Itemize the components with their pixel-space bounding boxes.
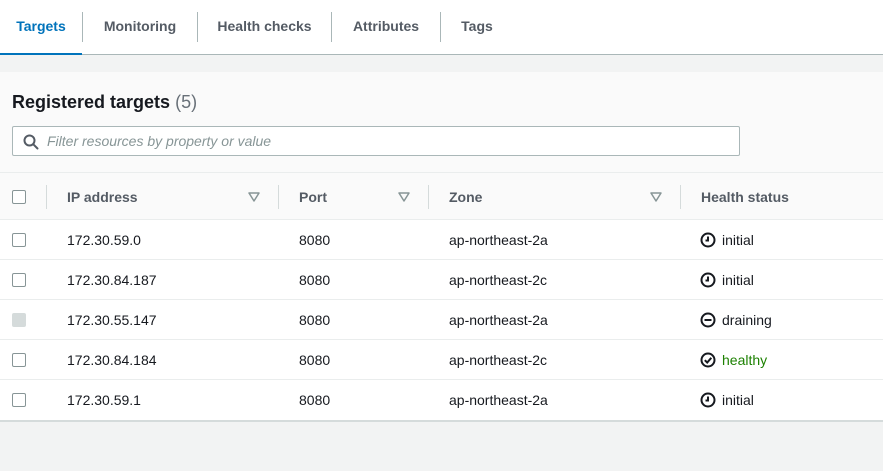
health-status-text: initial bbox=[722, 272, 754, 288]
sort-caret-icon[interactable] bbox=[248, 192, 260, 202]
zone-cell: ap-northeast-2a bbox=[449, 392, 548, 408]
registered-targets-panel: Registered targets (5) IP address Port Z… bbox=[0, 72, 883, 422]
port-cell: 8080 bbox=[299, 352, 331, 368]
table-body: 172.30.59.0 8080 ap-northeast-2a initial… bbox=[0, 220, 883, 420]
health-status-text: initial bbox=[722, 232, 754, 248]
tab-tags[interactable]: Tags bbox=[441, 0, 513, 54]
ip-address-cell: 172.30.59.0 bbox=[67, 232, 141, 248]
panel-title: Registered targets (5) bbox=[12, 92, 197, 113]
column-divider bbox=[46, 185, 47, 209]
clock-icon bbox=[700, 392, 716, 408]
search-input[interactable] bbox=[47, 127, 727, 155]
row-checkbox[interactable] bbox=[12, 393, 26, 407]
health-status-cell: initial bbox=[700, 220, 754, 260]
zone-cell: ap-northeast-2a bbox=[449, 312, 548, 328]
row-checkbox[interactable] bbox=[12, 353, 26, 367]
table-row[interactable]: 172.30.84.184 8080 ap-northeast-2c healt… bbox=[0, 340, 883, 380]
column-divider bbox=[428, 185, 429, 209]
row-checkbox[interactable] bbox=[12, 273, 26, 287]
ip-address-cell: 172.30.59.1 bbox=[67, 392, 141, 408]
table-row[interactable]: 172.30.84.187 8080 ap-northeast-2c initi… bbox=[0, 260, 883, 300]
health-status-text: healthy bbox=[722, 352, 768, 368]
column-divider bbox=[278, 185, 279, 209]
zone-cell: ap-northeast-2a bbox=[449, 232, 548, 248]
column-header-zone[interactable]: Zone bbox=[449, 173, 482, 221]
row-checkbox-disabled bbox=[12, 313, 26, 327]
health-status-text: initial bbox=[722, 392, 754, 408]
zone-cell: ap-northeast-2c bbox=[449, 272, 548, 288]
tab-bar: Targets Monitoring Health checks Attribu… bbox=[0, 0, 883, 55]
ip-address-cell: 172.30.84.184 bbox=[67, 352, 157, 368]
sort-caret-icon[interactable] bbox=[650, 192, 662, 202]
port-cell: 8080 bbox=[299, 272, 331, 288]
check-circle-icon bbox=[700, 352, 716, 368]
port-cell: 8080 bbox=[299, 312, 331, 328]
column-header-health-status[interactable]: Health status bbox=[701, 173, 789, 221]
panel-title-text: Registered targets bbox=[12, 92, 171, 112]
column-header-ip-address[interactable]: IP address bbox=[67, 173, 138, 221]
ip-address-cell: 172.30.84.187 bbox=[67, 272, 157, 288]
health-status-cell: draining bbox=[700, 300, 772, 340]
target-count: (5) bbox=[175, 92, 198, 112]
table-row[interactable]: 172.30.59.1 8080 ap-northeast-2a initial bbox=[0, 380, 883, 420]
tab-attributes[interactable]: Attributes bbox=[332, 0, 440, 54]
panel-header: Registered targets (5) bbox=[0, 72, 883, 172]
ip-address-cell: 172.30.55.147 bbox=[67, 312, 157, 328]
clock-icon bbox=[700, 232, 716, 248]
column-divider bbox=[680, 185, 681, 209]
health-status-cell: initial bbox=[700, 380, 754, 420]
column-header-port[interactable]: Port bbox=[299, 173, 327, 221]
minus-circle-icon bbox=[700, 312, 716, 328]
table-header: IP address Port Zone Health status bbox=[0, 172, 883, 220]
row-checkbox[interactable] bbox=[12, 233, 26, 247]
health-status-text: draining bbox=[722, 312, 772, 328]
port-cell: 8080 bbox=[299, 392, 331, 408]
clock-icon bbox=[700, 272, 716, 288]
table-row[interactable]: 172.30.59.0 8080 ap-northeast-2a initial bbox=[0, 220, 883, 260]
tab-targets[interactable]: Targets bbox=[0, 0, 82, 55]
sort-caret-icon[interactable] bbox=[398, 192, 410, 202]
port-cell: 8080 bbox=[299, 232, 331, 248]
select-all-checkbox[interactable] bbox=[12, 190, 26, 204]
health-status-cell: healthy bbox=[700, 340, 767, 380]
search-icon bbox=[23, 134, 39, 150]
search-box[interactable] bbox=[12, 126, 740, 156]
tab-health-checks[interactable]: Health checks bbox=[198, 0, 331, 54]
tab-monitoring[interactable]: Monitoring bbox=[83, 0, 197, 54]
zone-cell: ap-northeast-2c bbox=[449, 352, 548, 368]
health-status-cell: initial bbox=[700, 260, 754, 300]
table-row: 172.30.55.147 8080 ap-northeast-2a drain… bbox=[0, 300, 883, 340]
